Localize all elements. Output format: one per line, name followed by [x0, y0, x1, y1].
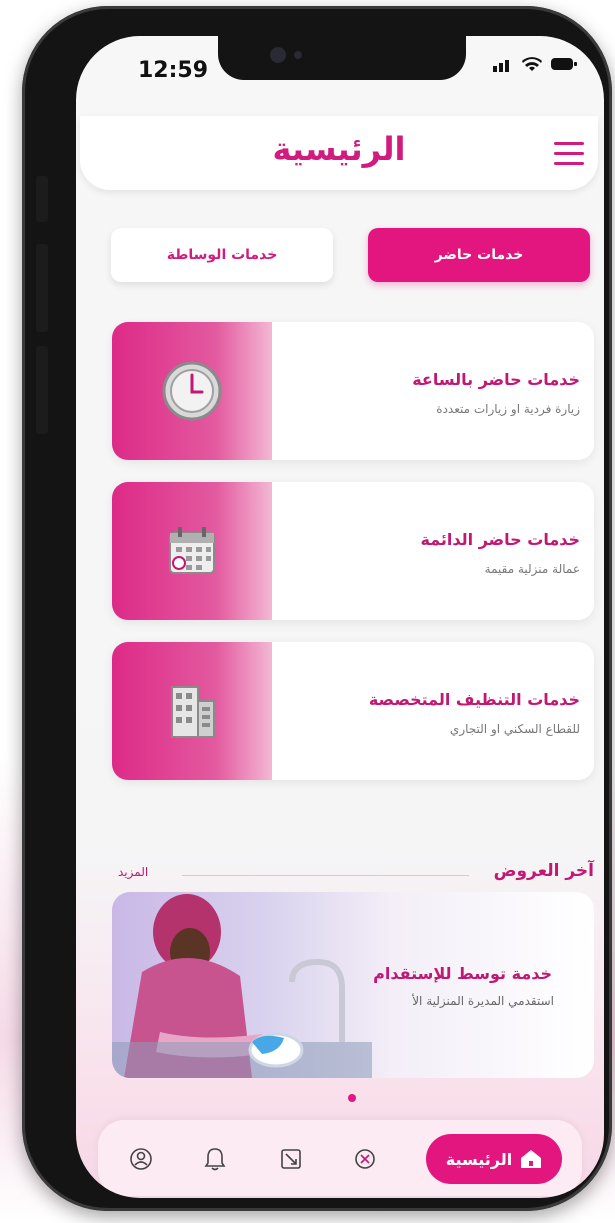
- menu-icon: [554, 142, 584, 145]
- app-header: الرئيسية: [80, 116, 598, 190]
- menu-button[interactable]: [554, 142, 584, 166]
- service-subtitle: عمالة منزلية مقيمة: [484, 562, 580, 576]
- bottom-nav: الرئيسية: [98, 1120, 582, 1196]
- service-card-cleaning[interactable]: خدمات التنظيف المتخصصة للقطاع السكني او …: [112, 642, 594, 780]
- battery-icon: [551, 58, 577, 70]
- tab-mediation-services[interactable]: خدمات الوساطة: [111, 228, 333, 282]
- service-card-image: [112, 482, 272, 620]
- status-icons: [492, 56, 578, 72]
- volume-up-button: [36, 244, 48, 332]
- carousel-indicator[interactable]: [348, 1094, 356, 1102]
- camera-lens: [270, 47, 286, 63]
- service-title: خدمات التنظيف المتخصصة: [368, 690, 580, 709]
- tab-hader-services[interactable]: خدمات حاضر: [368, 228, 590, 282]
- service-title: خدمات حاضر الدائمة: [420, 530, 580, 549]
- orders-icon: [281, 1149, 301, 1169]
- more-link[interactable]: المزيد: [118, 865, 148, 879]
- menu-icon-line: [554, 152, 584, 155]
- nav-home-button[interactable]: الرئيسية: [426, 1134, 562, 1184]
- service-subtitle: للقطاع السكني او التجاري: [449, 722, 580, 736]
- service-subtitle: زيارة فردية او زيارات متعددة: [436, 402, 580, 416]
- banner-title: خدمة توسط للإستقدام: [373, 964, 552, 983]
- status-time: 12:59: [138, 58, 209, 83]
- banner-subtitle: استقدمي المديرة المنزلية الأ: [412, 994, 554, 1008]
- nav-orders-button[interactable]: [278, 1146, 304, 1172]
- nav-services-button[interactable]: [352, 1146, 378, 1172]
- nav-profile-button[interactable]: [128, 1146, 154, 1172]
- calendar-icon: [169, 527, 215, 574]
- clock-icon: [162, 361, 222, 421]
- offer-banner[interactable]: خدمة توسط للإستقدام استقدمي المديرة المن…: [112, 892, 594, 1078]
- service-card-permanent[interactable]: خدمات حاضر الدائمة عمالة منزلية مقيمة: [112, 482, 594, 620]
- nav-notifications-button[interactable]: [202, 1146, 228, 1172]
- menu-icon-line: [554, 162, 584, 165]
- home-icon: [521, 1150, 542, 1168]
- notch: [218, 36, 466, 80]
- phone-frame: 12:59 الرئيسية خدمات حاضر خدمات الوساطة: [22, 6, 612, 1211]
- divider: [182, 875, 469, 876]
- app-screen: 12:59 الرئيسية خدمات حاضر خدمات الوساطة: [76, 36, 604, 1198]
- service-title: خدمات حاضر بالساعة: [412, 370, 580, 389]
- sensor: [294, 51, 302, 59]
- page-title: الرئيسية: [272, 130, 406, 168]
- banner-photo: [112, 894, 372, 1078]
- services-icon: [355, 1149, 375, 1169]
- volume-down-button: [36, 346, 48, 434]
- service-card-image: [112, 642, 272, 780]
- offers-title: آخر العروض: [493, 861, 594, 881]
- building-icon: [171, 686, 215, 738]
- signal-icon: [493, 60, 509, 72]
- service-card-hourly[interactable]: خدمات حاضر بالساعة زيارة فردية او زيارات…: [112, 322, 594, 460]
- service-card-image: [112, 322, 272, 460]
- nav-home-label: الرئيسية: [445, 1149, 513, 1169]
- profile-icon: [130, 1148, 152, 1170]
- bell-icon: [204, 1148, 226, 1171]
- wifi-icon: [522, 57, 542, 71]
- mute-switch: [36, 176, 48, 222]
- offers-section-header: آخر العروض المزيد: [118, 861, 594, 891]
